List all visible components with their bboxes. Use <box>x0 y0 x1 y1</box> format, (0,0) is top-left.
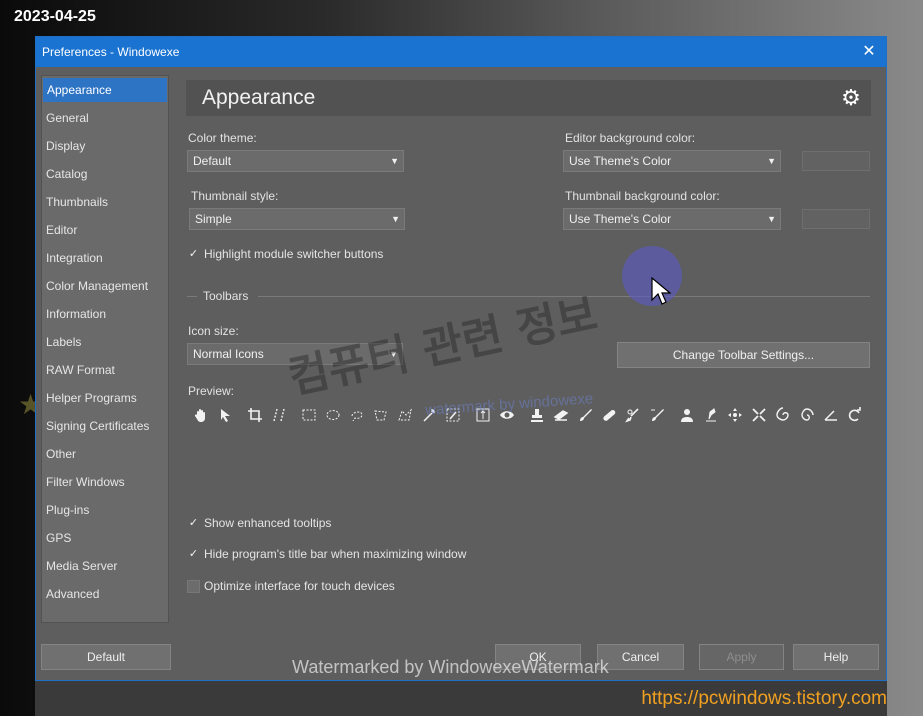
hide-title-bar-label: Hide program's title bar when maximizing… <box>204 547 467 561</box>
preferences-sidebar: Appearance General Display Catalog Thumb… <box>41 75 169 623</box>
sidebar-item-filter-windows[interactable]: Filter Windows <box>42 468 168 496</box>
editor-bg-label: Editor background color: <box>565 131 696 145</box>
polygon-select-icon[interactable] <box>369 404 393 426</box>
sidebar-item-labels[interactable]: Labels <box>42 328 168 356</box>
chevron-down-icon: ▼ <box>390 156 399 166</box>
editor-bg-color-swatch[interactable] <box>802 151 870 171</box>
toolbars-section-title: Toolbars <box>203 289 249 303</box>
straighten-tool-icon[interactable] <box>267 404 291 426</box>
checkmark-icon: ✓ <box>188 247 199 260</box>
touch-devices-label: Optimize interface for touch devices <box>204 579 395 593</box>
page-title: Appearance <box>202 86 316 109</box>
sidebar-item-integration[interactable]: Integration <box>42 244 168 272</box>
hide-title-bar-checkbox[interactable]: ✓ Hide program's title bar when maximizi… <box>187 547 467 561</box>
close-icon[interactable]: ✕ <box>858 41 880 63</box>
enhanced-tooltips-checkbox[interactable]: ✓ Show enhanced tooltips <box>187 516 332 530</box>
bottom-watermark: Watermarked by WindowexeWatermark <box>292 657 609 677</box>
sidebar-item-helper-programs[interactable]: Helper Programs <box>42 384 168 412</box>
sidebar-item-information[interactable]: Information <box>42 300 168 328</box>
thumbnail-style-value: Simple <box>195 212 232 226</box>
sidebar-item-advanced[interactable]: Advanced <box>42 580 168 608</box>
panel-header: Appearance ⚙ <box>186 80 871 116</box>
pointer-tool-icon[interactable] <box>213 404 237 426</box>
default-button[interactable]: Default <box>41 644 171 670</box>
icon-size-value: Normal Icons <box>193 347 264 361</box>
source-url: https://pcwindows.tistory.com <box>641 688 887 709</box>
gradient-brush-icon[interactable] <box>645 404 669 426</box>
thumbnail-style-label: Thumbnail style: <box>191 189 279 203</box>
pinch-icon[interactable] <box>747 404 771 426</box>
sidebar-item-general[interactable]: General <box>42 104 168 132</box>
date-stamp: 2023-04-25 <box>14 8 96 25</box>
retouch-brush-icon[interactable] <box>621 404 645 426</box>
touch-devices-checkbox[interactable]: Optimize interface for touch devices <box>187 579 395 593</box>
angle-tool-icon[interactable] <box>819 404 843 426</box>
color-theme-select[interactable]: Default ▼ <box>187 150 404 172</box>
sidebar-item-catalog[interactable]: Catalog <box>42 160 168 188</box>
thumb-bg-label: Thumbnail background color: <box>565 189 720 203</box>
color-theme-value: Default <box>193 154 232 168</box>
sidebar-item-plug-ins[interactable]: Plug-ins <box>42 496 168 524</box>
thumbnail-style-select[interactable]: Simple ▼ <box>189 208 405 230</box>
cancel-button[interactable]: Cancel <box>597 644 684 670</box>
polygon-lasso-icon[interactable] <box>393 404 417 426</box>
sidebar-item-display[interactable]: Display <box>42 132 168 160</box>
help-button[interactable]: Help <box>793 644 879 670</box>
icon-size-label: Icon size: <box>188 324 239 338</box>
mouse-cursor-icon <box>651 277 671 305</box>
change-toolbar-settings-button[interactable]: Change Toolbar Settings... <box>617 342 870 368</box>
sidebar-item-other[interactable]: Other <box>42 440 168 468</box>
section-divider <box>187 296 197 297</box>
thumb-bg-select[interactable]: Use Theme's Color ▼ <box>563 208 781 230</box>
chevron-down-icon: ▼ <box>767 156 776 166</box>
hand-tool-icon[interactable] <box>189 404 213 426</box>
crop-tool-icon[interactable] <box>243 404 267 426</box>
person-icon[interactable] <box>675 404 699 426</box>
enhanced-tooltips-label: Show enhanced tooltips <box>204 516 332 530</box>
sidebar-item-signing-certificates[interactable]: Signing Certificates <box>42 412 168 440</box>
highlight-switcher-label: Highlight module switcher buttons <box>204 247 384 261</box>
unchecked-box <box>187 579 200 593</box>
sidebar-item-media-server[interactable]: Media Server <box>42 552 168 580</box>
sidebar-item-appearance[interactable]: Appearance <box>43 78 167 102</box>
rotate-icon[interactable] <box>843 404 867 426</box>
swirl-icon[interactable] <box>795 404 819 426</box>
skin-smooth-icon[interactable] <box>699 404 723 426</box>
sidebar-item-editor[interactable]: Editor <box>42 216 168 244</box>
rect-select-icon[interactable] <box>297 404 321 426</box>
color-theme-label: Color theme: <box>188 131 257 145</box>
editor-bg-value: Use Theme's Color <box>569 154 672 168</box>
thumb-bg-value: Use Theme's Color <box>569 212 672 226</box>
checkmark-icon: ✓ <box>188 547 199 560</box>
editor-bg-select[interactable]: Use Theme's Color ▼ <box>563 150 781 172</box>
sidebar-item-raw-format[interactable]: RAW Format <box>42 356 168 384</box>
checkmark-icon: ✓ <box>188 516 199 529</box>
chevron-down-icon: ▼ <box>767 214 776 224</box>
thumb-bg-color-swatch[interactable] <box>802 209 870 229</box>
ellipse-select-icon[interactable] <box>321 404 345 426</box>
sidebar-item-color-management[interactable]: Color Management <box>42 272 168 300</box>
twirl-icon[interactable] <box>771 404 795 426</box>
sidebar-item-thumbnails[interactable]: Thumbnails <box>42 188 168 216</box>
title-bar[interactable]: Preferences - Windowexe ✕ <box>36 37 886 67</box>
gear-icon[interactable]: ⚙ <box>839 86 863 110</box>
move-warp-icon[interactable] <box>723 404 747 426</box>
freehand-select-icon[interactable] <box>345 404 369 426</box>
sidebar-item-gps[interactable]: GPS <box>42 524 168 552</box>
apply-button[interactable]: Apply <box>699 644 784 670</box>
bandage-icon[interactable] <box>597 404 621 426</box>
chevron-down-icon: ▼ <box>391 214 400 224</box>
window-title: Preferences - Windowexe <box>42 45 180 59</box>
highlight-switcher-checkbox[interactable]: ✓ Highlight module switcher buttons <box>187 247 384 261</box>
preview-label: Preview: <box>188 384 235 398</box>
